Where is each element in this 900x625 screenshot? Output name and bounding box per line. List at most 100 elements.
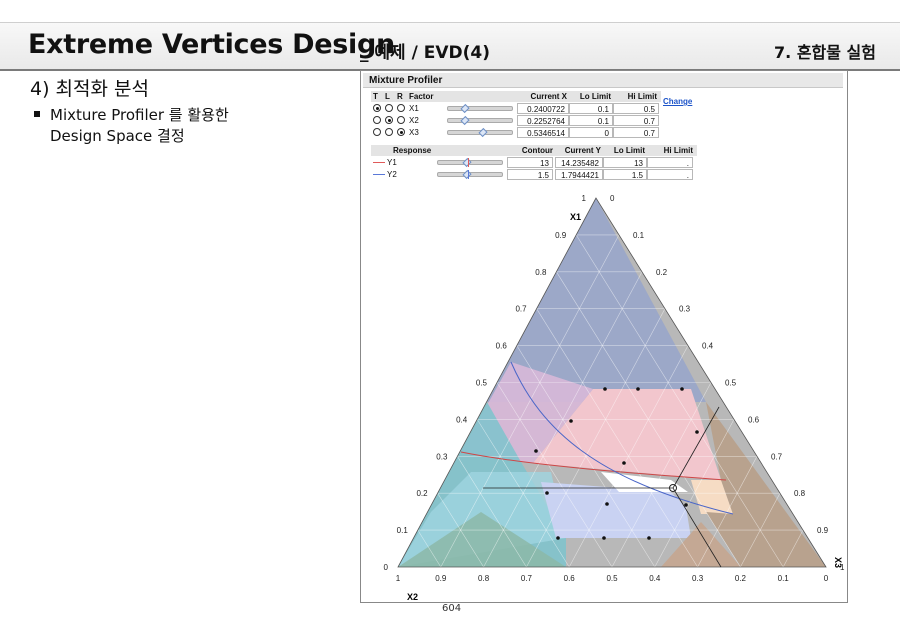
- tick-label: 0.2: [735, 574, 747, 583]
- slider-thumb[interactable]: [478, 127, 488, 138]
- hi-limit-input[interactable]: 0.5: [613, 103, 659, 114]
- change-link[interactable]: Change: [663, 97, 692, 106]
- current-x-input[interactable]: 0.2400722: [517, 103, 569, 114]
- bullet-square-icon: [34, 111, 40, 117]
- current-x-input[interactable]: 0.5346514: [517, 127, 569, 138]
- factor-radio[interactable]: [373, 104, 381, 112]
- tick-label: 0: [384, 563, 389, 572]
- page-number: 604: [442, 603, 462, 614]
- bullet-text-line2: Design Space 결정: [50, 127, 185, 145]
- tick-label: 0.4: [702, 342, 714, 351]
- factor-radio[interactable]: [385, 104, 393, 112]
- response-lo-input[interactable]: 13: [603, 157, 647, 168]
- header-lo-limit: Lo Limit: [579, 92, 611, 101]
- slider-thumb[interactable]: [462, 169, 472, 180]
- slider-thumb[interactable]: [460, 103, 470, 114]
- header-contour: Contour: [521, 146, 553, 155]
- response-row: Y2 1.5 1.7944421 1.5.: [371, 169, 697, 180]
- current-x-input[interactable]: 0.2252764: [517, 115, 569, 126]
- header-response-lo: Lo Limit: [613, 146, 645, 155]
- header-t: T: [373, 92, 378, 101]
- response-table: Response Contour Current Y Lo Limit Hi L…: [371, 145, 697, 181]
- header-current-x: Current X: [530, 92, 567, 101]
- tick-label: 0.2: [656, 268, 668, 277]
- header-response: Response: [393, 146, 432, 155]
- response-row: Y1 13 14.235482 13.: [371, 157, 697, 168]
- factor-radio[interactable]: [373, 128, 381, 136]
- factor-slider[interactable]: [447, 115, 513, 126]
- lo-limit-input[interactable]: 0: [569, 127, 613, 138]
- tick-label: 0.3: [679, 305, 691, 314]
- response-hi-input[interactable]: .: [647, 157, 693, 168]
- header-l: L: [385, 92, 390, 101]
- tick-label: 0.9: [435, 574, 447, 583]
- lo-limit-input[interactable]: 0.1: [569, 103, 613, 114]
- tick-label: 0.7: [521, 574, 533, 583]
- response-name: Y2: [387, 170, 397, 179]
- factor-row: X3 0.5346514 0 0.7: [371, 127, 661, 138]
- tick-label: 0.3: [436, 452, 448, 461]
- tick-label: 0.9: [555, 231, 567, 240]
- tick-label: 0.5: [606, 574, 618, 583]
- response-slider[interactable]: [437, 169, 503, 180]
- mixture-profiler-title[interactable]: Mixture Profiler: [363, 73, 843, 88]
- slider-thumb[interactable]: [462, 157, 472, 168]
- response-lo-input[interactable]: 1.5: [603, 169, 647, 180]
- tick-label: 0.8: [478, 574, 490, 583]
- contour-input[interactable]: 1.5: [507, 169, 553, 180]
- factor-row: X2 0.2252764 0.1 0.7: [371, 115, 661, 126]
- mixture-profiler-panel: Mixture Profiler T L R Factor Current X …: [360, 70, 848, 603]
- vertex-label-x3: X3: [833, 557, 843, 568]
- tick-label: 0.3: [692, 574, 704, 583]
- tick-label: 0.8: [535, 268, 547, 277]
- tick-label: 0.1: [633, 231, 645, 240]
- response-marker: [468, 170, 469, 179]
- tick-label: 1: [396, 574, 401, 583]
- tick-label: 0.5: [476, 379, 488, 388]
- hi-limit-input[interactable]: 0.7: [613, 115, 659, 126]
- header-factor: Factor: [409, 92, 434, 101]
- contour-input[interactable]: 13: [507, 157, 553, 168]
- header-current-y: Current Y: [564, 146, 601, 155]
- slider-thumb[interactable]: [460, 115, 470, 126]
- factor-radio[interactable]: [385, 116, 393, 124]
- slide-subtitle: _ 예제 / EVD(4): [360, 43, 490, 63]
- tick-label: 0.5: [725, 379, 737, 388]
- response-hi-input[interactable]: .: [647, 169, 693, 180]
- response-table-header: Response Contour Current Y Lo Limit Hi L…: [371, 145, 697, 156]
- hi-limit-input[interactable]: 0.7: [613, 127, 659, 138]
- factor-radio[interactable]: [397, 128, 405, 136]
- factor-radio[interactable]: [397, 104, 405, 112]
- tick-label: 1: [582, 194, 587, 203]
- factor-row: X1 0.2400722 0.1 0.5: [371, 103, 661, 114]
- response-slider[interactable]: [437, 157, 503, 168]
- factor-name: X2: [409, 116, 419, 125]
- factor-radio[interactable]: [373, 116, 381, 124]
- vertex-label-x2: X2: [407, 592, 418, 602]
- factor-slider[interactable]: [447, 103, 513, 114]
- section-title: 4) 최적화 분석: [30, 78, 149, 100]
- factor-slider[interactable]: [447, 127, 513, 138]
- factor-radio[interactable]: [385, 128, 393, 136]
- tick-label: 0.7: [515, 305, 527, 314]
- lo-limit-input[interactable]: 0.1: [569, 115, 613, 126]
- tick-label: 0.6: [748, 415, 760, 424]
- response-color-swatch: [373, 162, 385, 163]
- ternary-plot[interactable]: 0010.10.10.90.20.20.80.30.30.70.40.40.60…: [361, 182, 847, 602]
- slide-title: Extreme Vertices Design: [28, 29, 395, 60]
- chapter-label: 7. 혼합물 실험: [774, 43, 876, 62]
- tick-label: 0: [824, 574, 829, 583]
- tick-label: 0.2: [416, 489, 428, 498]
- tick-label: 0.4: [649, 574, 661, 583]
- tick-label: 0.9: [817, 526, 829, 535]
- factor-table: T L R Factor Current X Lo Limit Hi Limit…: [371, 91, 661, 143]
- tick-label: 0.8: [794, 489, 806, 498]
- factor-radio[interactable]: [397, 116, 405, 124]
- bullet-item: Mixture Profiler 를 활용한 Design Space 결정: [34, 105, 229, 147]
- response-color-swatch: [373, 174, 385, 175]
- factor-table-header: T L R Factor Current X Lo Limit Hi Limit: [371, 91, 661, 102]
- factor-name: X3: [409, 128, 419, 137]
- tick-label: 0.7: [771, 452, 783, 461]
- vertex-label-x1: X1: [570, 212, 581, 222]
- tick-label: 0.1: [778, 574, 790, 583]
